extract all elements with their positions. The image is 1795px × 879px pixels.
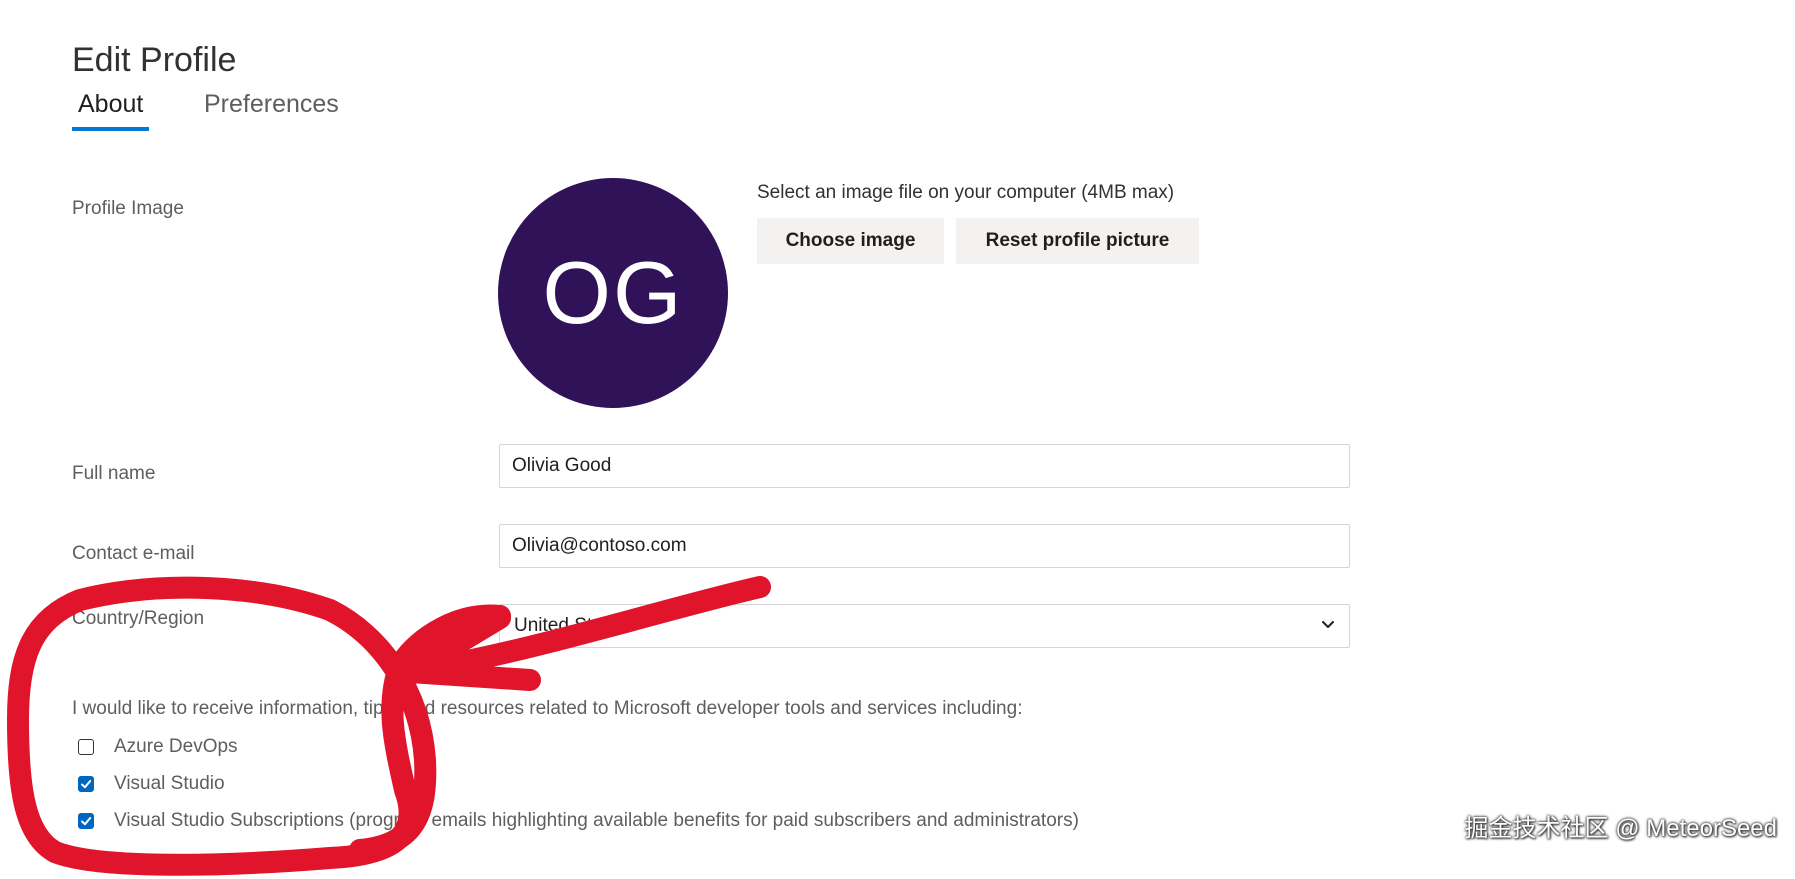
marketing-consent-text: I would like to receive information, tip… [72,698,1023,719]
visual-studio-option[interactable]: Visual Studio [78,773,225,795]
choose-image-button[interactable]: Choose image [757,218,944,264]
tab-about[interactable]: About [72,90,150,131]
full-name-input[interactable] [499,444,1350,488]
profile-image-label: Profile Image [72,198,184,219]
visual-studio-subscriptions-checkbox[interactable] [78,813,94,829]
country-region-label: Country/Region [72,608,205,629]
visual-studio-subscriptions-label: Visual Studio Subscriptions (program ema… [114,810,1079,831]
visual-studio-subscriptions-option[interactable]: Visual Studio Subscriptions (program ema… [78,810,1079,832]
watermark: 掘金技术社区 @ MeteorSeed [1464,815,1777,842]
azure-devops-checkbox[interactable] [78,739,94,755]
checkmark-icon [81,817,92,826]
red-annotation-overlay [7,576,771,876]
page-title: Edit Profile [72,40,237,79]
image-upload-hint: Select an image file on your computer (4… [757,182,1175,203]
reset-profile-picture-button[interactable]: Reset profile picture [956,218,1199,264]
chevron-down-icon [1322,621,1334,628]
avatar: OG [498,178,728,408]
country-region-select[interactable]: United States [499,604,1350,648]
avatar-initials: OG [542,243,684,342]
azure-devops-option[interactable]: Azure DevOps [78,736,238,758]
visual-studio-label: Visual Studio [114,773,225,794]
visual-studio-checkbox[interactable] [78,776,94,792]
azure-devops-label: Azure DevOps [114,736,238,757]
contact-email-input[interactable] [499,524,1350,568]
tab-preferences[interactable]: Preferences [198,90,345,127]
contact-email-label: Contact e-mail [72,543,195,564]
checkmark-icon [81,780,92,789]
full-name-label: Full name [72,463,156,484]
country-region-value: United States [514,615,629,636]
